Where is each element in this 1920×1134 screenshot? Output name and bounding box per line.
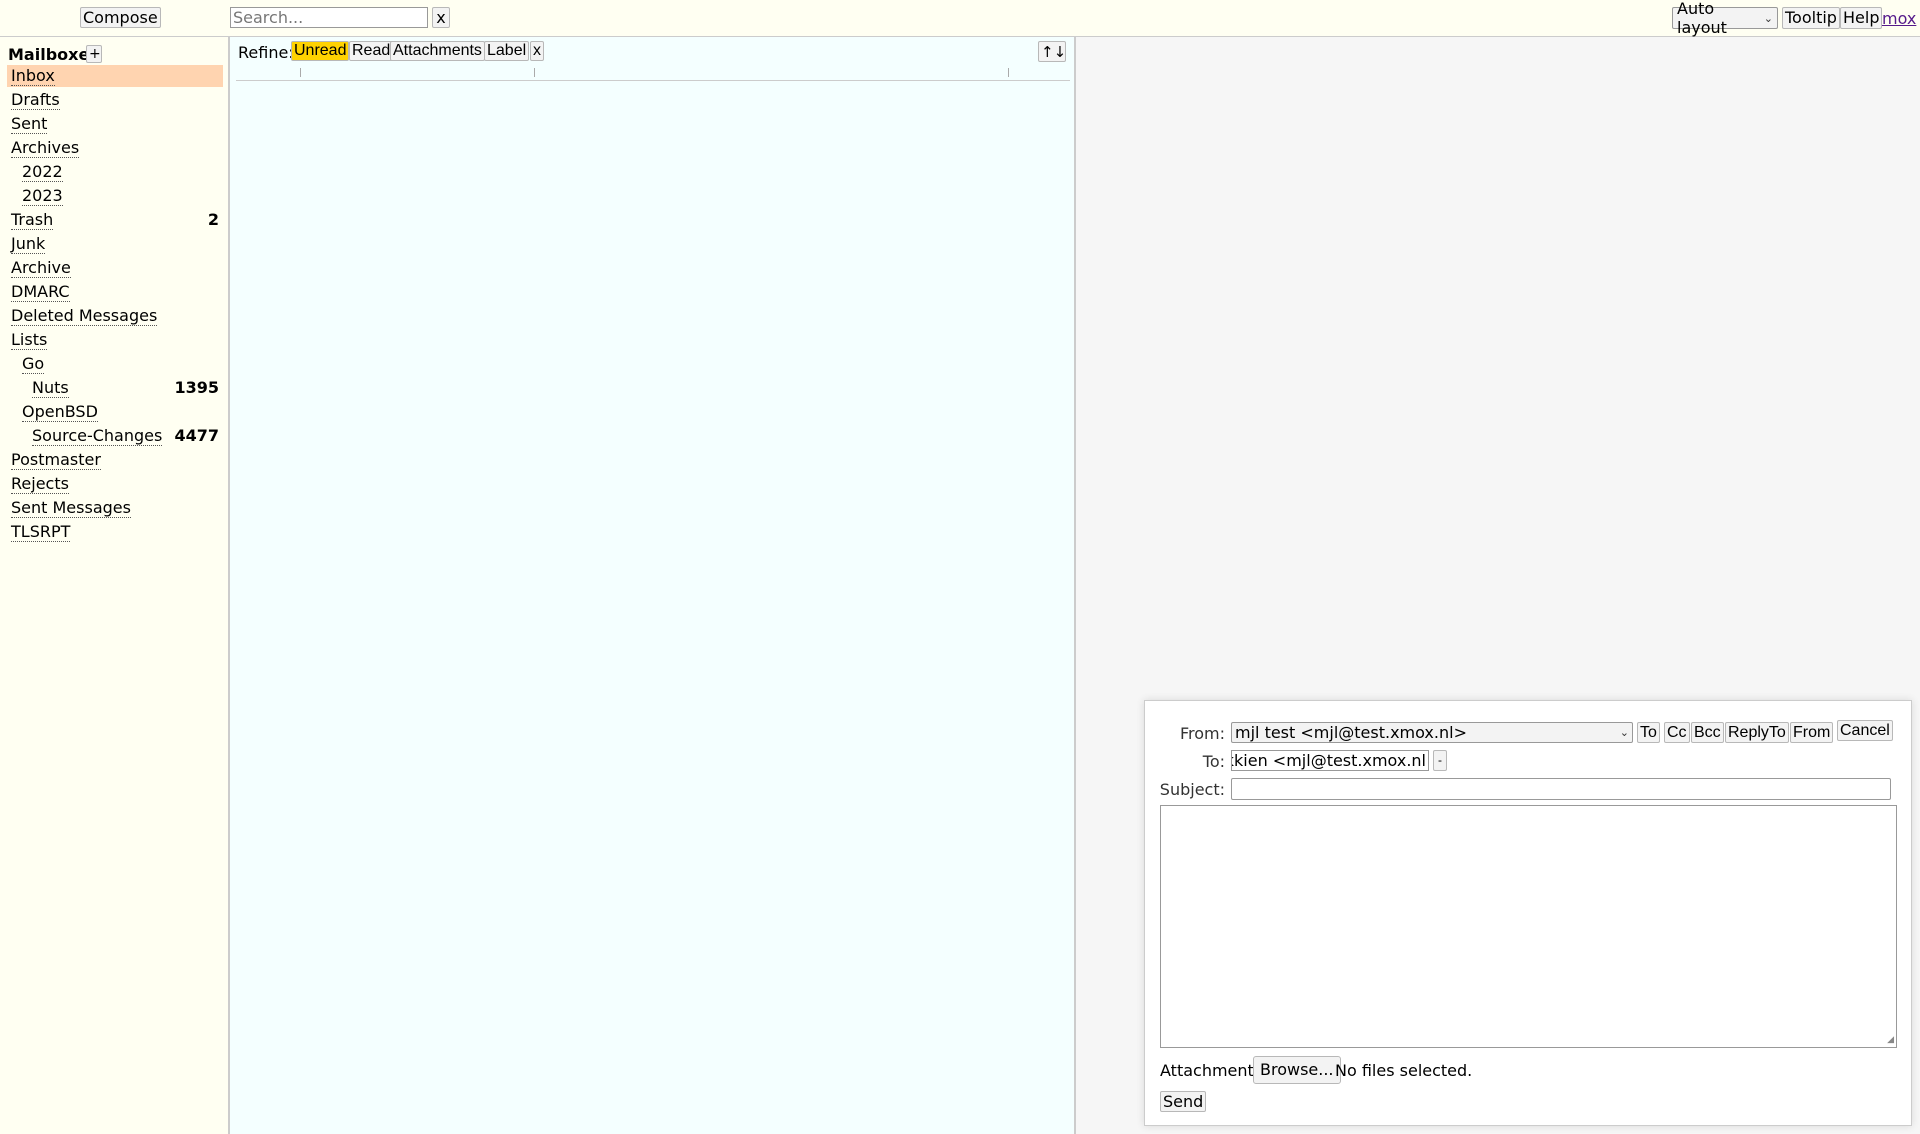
sidebar-item-label: Deleted Messages — [11, 306, 158, 326]
filter-unread-button[interactable]: Unread — [291, 41, 350, 61]
cancel-button[interactable]: Cancel — [1837, 720, 1893, 741]
sidebar-item-label: Archive — [11, 258, 71, 278]
add-replyto-button[interactable]: ReplyTo — [1725, 722, 1789, 743]
custom-from-button[interactable]: From — [1790, 722, 1834, 743]
sidebar-item-label: TLSRPT — [11, 522, 71, 542]
filter-label-button[interactable]: Label — [484, 41, 530, 61]
sidebar-item-label: Postmaster — [11, 450, 101, 470]
sidebar-item-label: 2023 — [22, 186, 63, 206]
sidebar-item-dmarc[interactable]: DMARC — [7, 281, 223, 303]
subject-input[interactable] — [1231, 778, 1891, 800]
from-select-value: mjl test <mjl@test.xmox.nl> — [1235, 723, 1467, 742]
resize-grip-icon[interactable]: ◢ — [1887, 1035, 1894, 1045]
sidebar-item-openbsd[interactable]: OpenBSD — [7, 401, 223, 423]
remove-recipient-button[interactable]: - — [1433, 750, 1447, 771]
add-bcc-button[interactable]: Bcc — [1691, 722, 1724, 743]
search-clear-button[interactable]: x — [432, 7, 450, 28]
sidebar-item-tlsrpt[interactable]: TLSRPT — [7, 521, 223, 543]
sidebar-item-label: 2022 — [22, 162, 63, 182]
add-mailbox-button[interactable]: + — [86, 45, 102, 63]
filter-read-button[interactable]: Read — [349, 41, 394, 61]
filter-attachments-button[interactable]: Attachments — [390, 41, 485, 61]
sidebar-item-deleted-messages[interactable]: Deleted Messages — [7, 305, 223, 327]
sidebar-item-drafts[interactable]: Drafts — [7, 89, 223, 111]
layout-select[interactable]: Auto layout ⌄ — [1672, 0, 1778, 37]
sidebar-item-archives[interactable]: Archives — [7, 137, 223, 159]
chevron-down-icon: ⌄ — [1619, 726, 1629, 739]
compose-button[interactable]: Compose — [80, 7, 161, 28]
add-cc-button[interactable]: Cc — [1664, 722, 1690, 743]
layout-select-value: Auto layout — [1677, 0, 1727, 37]
to-label: To: — [1202, 752, 1225, 771]
sidebar-item-label: Nuts — [32, 378, 69, 398]
sidebar-item-archive[interactable]: Archive — [7, 257, 223, 279]
sidebar-item-lists[interactable]: Lists — [7, 329, 223, 351]
to-address-value: Mechiel Lukkien <mjl@test.xmox.nl> — [1232, 751, 1426, 770]
subject-label: Subject: — [1159, 780, 1225, 799]
tooltip-button[interactable]: Tooltip — [1782, 7, 1840, 29]
sidebar-item-rejects[interactable]: Rejects — [7, 473, 223, 495]
refine-label: Refine: — [238, 43, 294, 62]
message-body-textarea[interactable]: ◢ — [1160, 805, 1897, 1048]
sidebar-item-inbox[interactable]: Inbox — [7, 65, 223, 87]
sidebar-item-label: Sent Messages — [11, 498, 131, 518]
column-divider[interactable] — [534, 68, 535, 77]
sidebar-item-label: DMARC — [11, 282, 70, 302]
sidebar-item-label: Go — [22, 354, 45, 374]
from-select[interactable]: mjl test <mjl@test.xmox.nl> ⌄ — [1231, 722, 1633, 743]
sidebar-item-sent[interactable]: Sent — [7, 113, 223, 135]
help-button[interactable]: Help — [1840, 7, 1883, 29]
chevron-down-icon: ⌄ — [1763, 11, 1773, 25]
sidebar-item-label: Trash — [11, 210, 54, 230]
column-divider[interactable] — [300, 68, 301, 77]
sidebar-item-nuts[interactable]: Nuts 1395 — [7, 377, 223, 399]
message-list-header — [236, 68, 1070, 81]
to-address-field[interactable]: Mechiel Lukkien <mjl@test.xmox.nl> — [1231, 750, 1429, 771]
mox-link[interactable]: mox — [1882, 9, 1916, 28]
compose-panel: From: mjl test <mjl@test.xmox.nl> ⌄ To C… — [1144, 700, 1912, 1126]
filter-clear-button[interactable]: x — [530, 41, 544, 61]
from-label: From: — [1179, 724, 1225, 743]
unread-count: 1395 — [174, 378, 219, 397]
sidebar-item-label: OpenBSD — [22, 402, 98, 422]
sidebar-item-postmaster[interactable]: Postmaster — [7, 449, 223, 471]
sidebar-item-label: Lists — [11, 330, 48, 350]
send-button[interactable]: Send — [1160, 1091, 1207, 1112]
unread-count: 2 — [207, 210, 219, 229]
search-input[interactable] — [230, 7, 428, 28]
sidebar-item-go[interactable]: Go — [7, 353, 223, 375]
browse-attachments-button[interactable]: Browse... — [1253, 1056, 1341, 1084]
sidebar-item-2022[interactable]: 2022 — [7, 161, 223, 183]
sidebar-item-source-changes[interactable]: Source-Changes 4477 — [7, 425, 223, 447]
mailbox-sidebar: Mailboxes + Inbox Drafts Sent Archives 2… — [0, 37, 230, 1134]
sidebar-item-label: Inbox — [11, 66, 55, 86]
sidebar-item-label: Junk — [11, 234, 46, 254]
sidebar-item-sent-messages[interactable]: Sent Messages — [7, 497, 223, 519]
column-divider[interactable] — [1008, 68, 1009, 77]
sidebar-item-junk[interactable]: Junk — [7, 233, 223, 255]
sidebar-item-label: Sent — [11, 114, 48, 134]
attachments-label: Attachments — [1160, 1061, 1263, 1080]
message-list-pane: Refine: Unread Read Attachments Label x … — [230, 37, 1076, 1134]
sidebar-item-2023[interactable]: 2023 — [7, 185, 223, 207]
add-to-button[interactable]: To — [1637, 722, 1660, 743]
sort-toggle-button[interactable]: ↑↓ — [1038, 41, 1066, 62]
sidebar-item-label: Rejects — [11, 474, 69, 494]
sidebar-item-label: Source-Changes — [32, 426, 163, 446]
top-bar: Compose x Auto layout ⌄ Tooltip Help mox — [0, 0, 1920, 37]
sidebar-item-trash[interactable]: Trash 2 — [7, 209, 223, 231]
sidebar-item-label: Drafts — [11, 90, 60, 110]
sidebar-item-label: Archives — [11, 138, 80, 158]
no-files-text: No files selected. — [1335, 1061, 1473, 1080]
unread-count: 4477 — [174, 426, 219, 445]
